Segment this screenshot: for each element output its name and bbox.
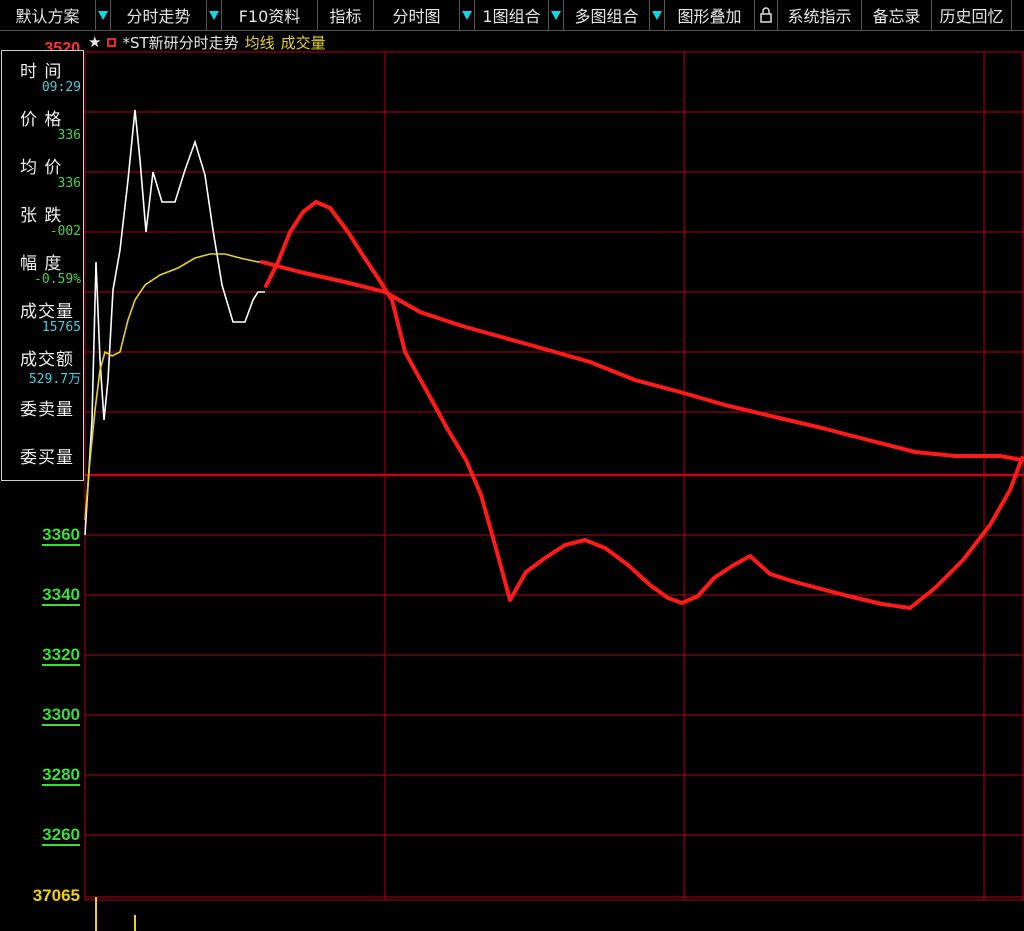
y-tick-label: 3260 (42, 825, 80, 846)
avg-price-label: 均 价 (20, 158, 63, 178)
avg-line-legend: 均线 (244, 33, 275, 52)
triangle-down-icon (209, 10, 219, 20)
lock-icon[interactable] (755, 0, 778, 30)
dropdown-arrow-icon[interactable] (650, 0, 665, 30)
dropdown-arrow-icon[interactable] (549, 0, 564, 30)
time-value: 09:29 (41, 80, 81, 95)
triangle-down-icon (551, 10, 561, 20)
toolbar: 默认方案 分时走势 F10资料 指标 分时图 1图组合 多图组合 图形叠加 系统指示 备忘录 历史回… (0, 0, 1024, 31)
volume-legend: 成交量 (280, 33, 326, 52)
price-value: 336 (57, 128, 81, 143)
toolbar-item-0[interactable]: 默认方案 (0, 0, 96, 30)
volume-value: 15765 (41, 320, 81, 335)
price-label: 价 格 (20, 110, 63, 130)
price-line (84, 109, 265, 536)
toolbar-item-7[interactable]: 图形叠加 (665, 0, 755, 30)
y-tick-label: 3340 (42, 585, 80, 606)
info-panel: 时 间 09:29 价 格 336 均 价 336 张 跌 -002 幅 度 -… (1, 50, 84, 481)
triangle-down-icon (98, 10, 108, 20)
dropdown-arrow-icon[interactable] (460, 0, 475, 30)
toolbar-item-1[interactable]: 分时走势 (111, 0, 207, 30)
toolbar-item-10[interactable]: 历史回忆 (932, 0, 1012, 30)
triangle-down-icon (652, 10, 662, 20)
toolbar-item-5[interactable]: 1图组合 (475, 0, 549, 30)
turnover-label: 成交额 (20, 350, 74, 370)
intraday-chart (84, 51, 1024, 931)
avg-price-value: 336 (57, 176, 81, 191)
change-value: -002 (49, 224, 81, 239)
annotation-stroke-drop (264, 200, 1024, 610)
turnover-value: 529.7万 (28, 372, 81, 387)
dropdown-arrow-icon[interactable] (96, 0, 111, 30)
toolbar-item-8[interactable]: 系统指示 (778, 0, 862, 30)
toolbar-item-2[interactable]: F10资料 (222, 0, 318, 30)
stock-name: *ST新研分时走势 (122, 33, 239, 52)
amplitude-value: -0.59% (34, 272, 81, 287)
volume-max-label: 37065 (32, 886, 80, 905)
toolbar-item-9[interactable]: 备忘录 (862, 0, 932, 30)
y-tick-label: 3320 (42, 645, 80, 666)
ask-volume-label: 委卖量 (20, 400, 74, 420)
time-label: 时 间 (20, 62, 63, 82)
toolbar-item-4[interactable]: 分时图 (374, 0, 460, 30)
toolbar-item-3[interactable]: 指标 (318, 0, 374, 30)
y-tick-label: 3280 (42, 765, 80, 786)
chart-title: ★ *ST新研分时走势 均线 成交量 (88, 32, 326, 52)
triangle-down-icon (462, 10, 472, 20)
y-tick-label: 3360 (42, 525, 80, 546)
volume-label: 成交量 (20, 302, 74, 322)
y-tick-label: 3300 (42, 705, 80, 726)
amplitude-label: 幅 度 (20, 254, 63, 274)
flag-icon[interactable] (107, 37, 117, 47)
star-icon[interactable]: ★ (88, 33, 101, 51)
dropdown-arrow-icon[interactable] (207, 0, 222, 30)
change-label: 张 跌 (20, 206, 63, 226)
bid-volume-label: 委买量 (20, 448, 74, 468)
toolbar-item-6[interactable]: 多图组合 (564, 0, 650, 30)
